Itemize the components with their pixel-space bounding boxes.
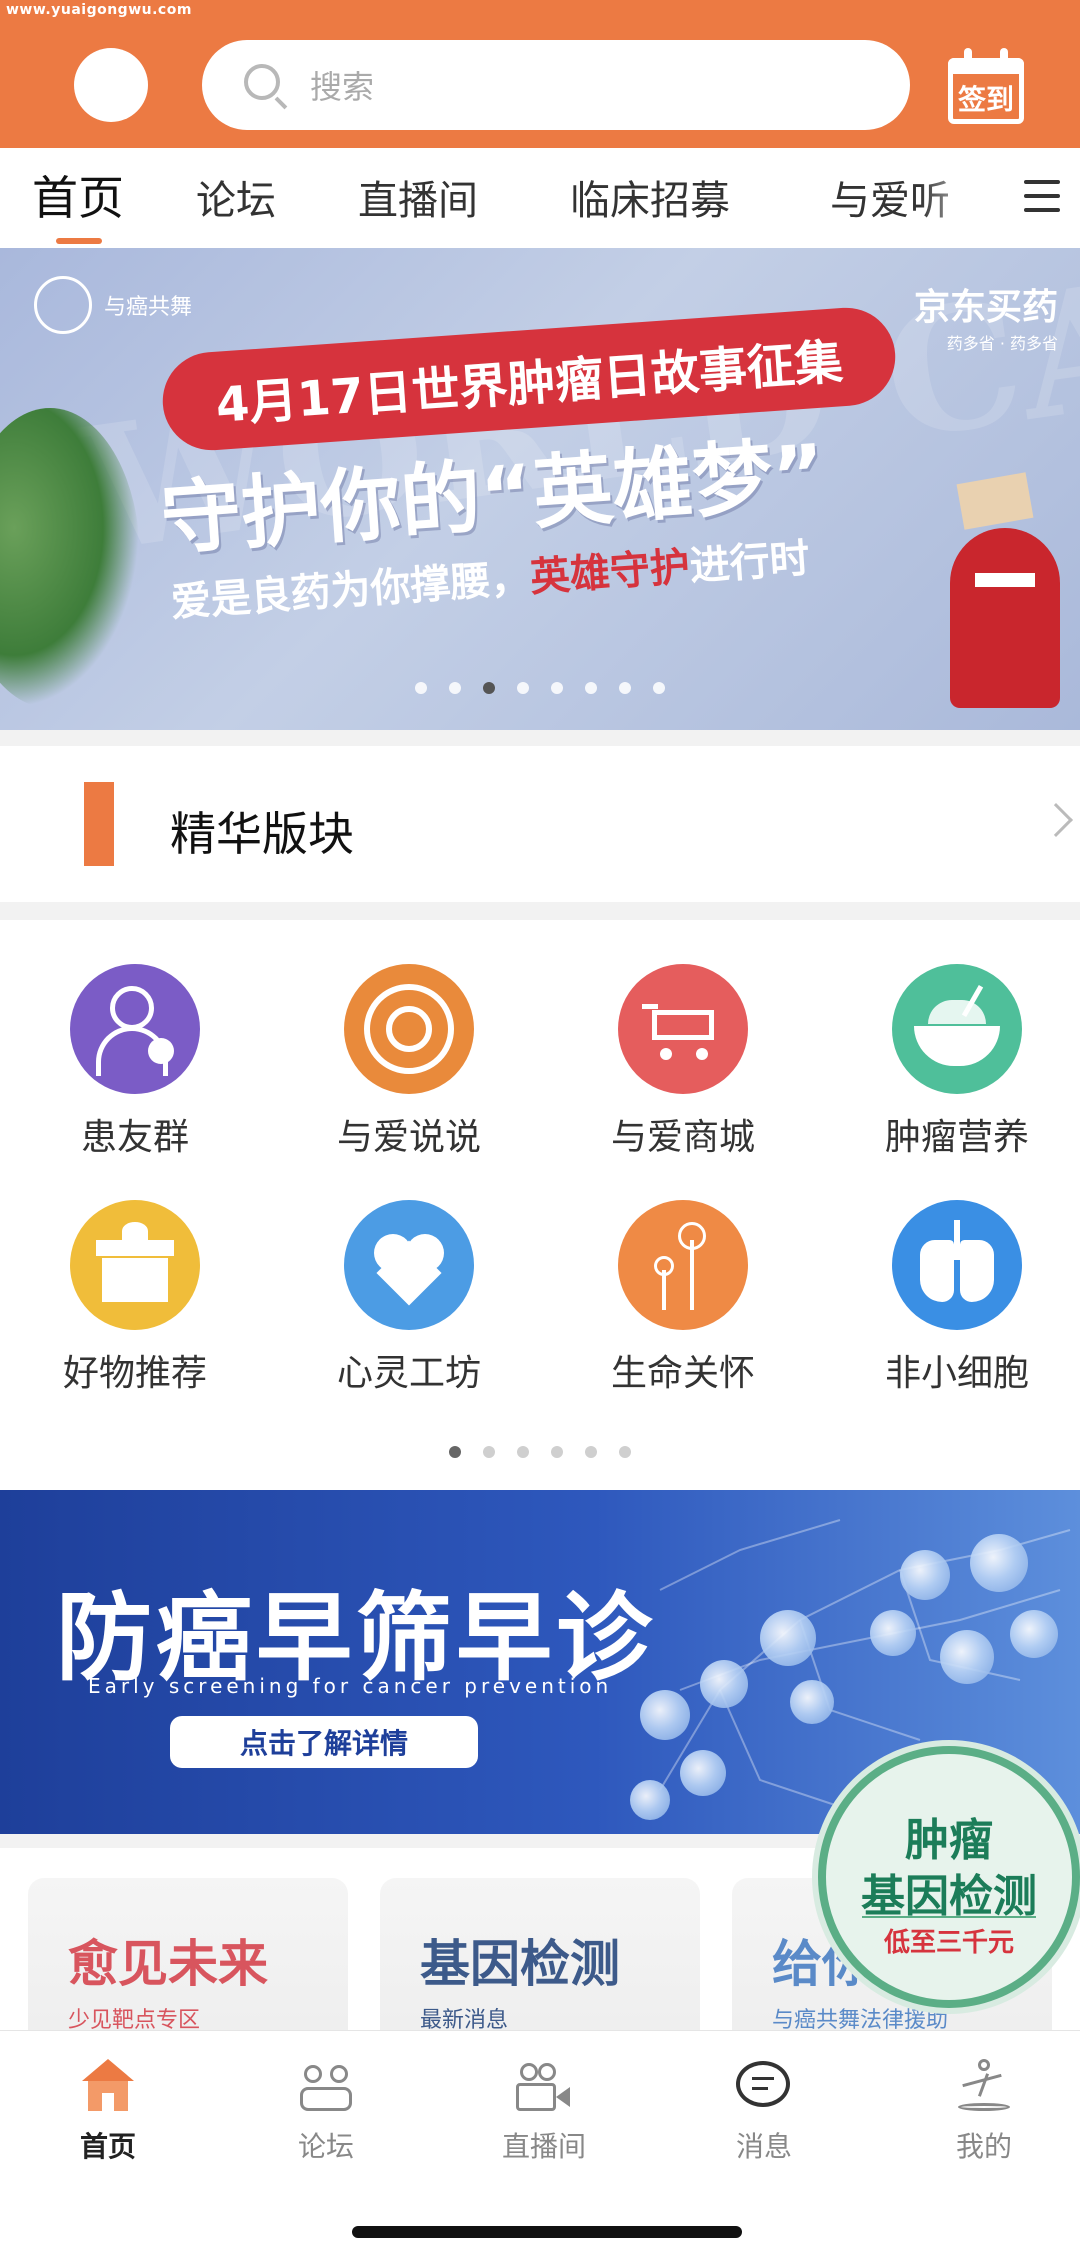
shopping-cart-icon <box>618 964 748 1094</box>
top-header: www.yuaigongwu.com 搜索 签到 <box>0 0 1080 148</box>
nav-forum[interactable]: 论坛 <box>226 2059 426 2165</box>
pagination-dot <box>619 1446 631 1458</box>
pagination-dot <box>551 1446 563 1458</box>
mailbox-icon <box>950 528 1060 708</box>
tab-clinical-recruit[interactable]: 临床招募 <box>570 168 730 226</box>
nav-messages[interactable]: 消息 <box>664 2059 864 2165</box>
pagination-dot <box>585 682 597 694</box>
tab-home[interactable]: 首页 <box>32 162 124 228</box>
user-avatar[interactable] <box>74 48 148 122</box>
pagination-dot <box>619 682 631 694</box>
home-indicator <box>352 2226 742 2238</box>
banner-logo-left: 与癌共舞 <box>34 276 192 334</box>
card-gene-test[interactable]: 基因检测 最新消息 <box>380 1878 700 2030</box>
tab-live[interactable]: 直播间 <box>358 168 478 226</box>
dandelion-icon <box>618 1200 748 1330</box>
envelope-icon <box>956 472 1034 530</box>
user-plus-icon <box>70 964 200 1094</box>
lungs-icon <box>892 1200 1022 1330</box>
nav-home[interactable]: 首页 <box>8 2059 208 2165</box>
grid-item-nutrition[interactable]: 肿瘤营养 <box>857 964 1057 1160</box>
banner-pagination <box>0 682 1080 702</box>
active-tab-indicator <box>56 238 102 244</box>
pagination-dot <box>653 682 665 694</box>
grid-item-recommend[interactable]: 好物推荐 <box>35 1200 235 1396</box>
search-placeholder: 搜索 <box>310 68 375 106</box>
featured-title: 精华版块 <box>170 807 354 861</box>
grid-item-nsclc[interactable]: 非小细胞 <box>857 1200 1057 1396</box>
feature-grid: 患友群 与爱说说 与爱商城 肿瘤营养 好物推荐 心灵工坊 生命关怀 非小细胞 <box>0 920 1080 1490</box>
search-icon <box>242 62 288 110</box>
pagination-dot <box>517 1446 529 1458</box>
watermark: www.yuaigongwu.com <box>6 2 192 18</box>
search-bar[interactable]: 搜索 <box>202 40 910 130</box>
grid-item-soul-workshop[interactable]: 心灵工坊 <box>309 1200 509 1396</box>
tab-forum[interactable]: 论坛 <box>196 168 276 226</box>
grid-item-talk[interactable]: 与爱说说 <box>309 964 509 1160</box>
pagination-dot <box>483 1446 495 1458</box>
grid-pagination <box>0 1446 1080 1462</box>
chevron-right-icon <box>1039 803 1073 837</box>
top-tabs: 首页 论坛 直播间 临床招募 与爱听 <box>0 148 1080 248</box>
pagination-dot <box>449 682 461 694</box>
promo-detail-button[interactable]: 点击了解详情 <box>170 1716 478 1768</box>
pagination-dot <box>483 682 495 694</box>
gene-test-floating-badge[interactable]: 肿瘤 基因检测 低至三千元 <box>818 1746 1080 2008</box>
pagination-dot <box>449 1446 461 1458</box>
grid-item-life-care[interactable]: 生命关怀 <box>583 1200 783 1396</box>
banner-logo-right: 京东买药 药多省 · 药多省 <box>913 287 1058 353</box>
card-future[interactable]: 愈见未来 少见靶点专区 <box>28 1878 348 2030</box>
logo-icon <box>34 276 92 334</box>
home-icon <box>78 2059 138 2115</box>
pagination-dot <box>517 682 529 694</box>
promo-subtitle: Early screening for cancer prevention <box>88 1674 613 1698</box>
heart-pulse-icon <box>344 1200 474 1330</box>
menu-icon[interactable] <box>1024 180 1064 216</box>
pagination-dot <box>415 682 427 694</box>
grid-item-mall[interactable]: 与爱商城 <box>583 964 783 1160</box>
checkin-button[interactable]: 签到 <box>948 48 1024 124</box>
video-camera-icon <box>514 2059 574 2115</box>
pagination-dot <box>585 1446 597 1458</box>
bowl-icon <box>892 964 1022 1094</box>
section-marker <box>84 782 114 866</box>
nav-live[interactable]: 直播间 <box>444 2059 644 2165</box>
forum-icon <box>296 2059 356 2115</box>
profile-dancer-icon <box>954 2059 1014 2115</box>
checkin-label: 签到 <box>957 83 1014 116</box>
hero-banner[interactable]: WORLD CANCER 与癌共舞 京东买药 药多省 · 药多省 4月17日世界… <box>0 248 1080 730</box>
pagination-dot <box>551 682 563 694</box>
camera-lens-icon <box>344 964 474 1094</box>
featured-section[interactable]: 精华版块 <box>0 746 1080 902</box>
gift-box-icon <box>70 1200 200 1330</box>
grid-item-patient-group[interactable]: 患友群 <box>35 964 235 1160</box>
chat-bubble-icon <box>734 2059 794 2115</box>
nav-profile[interactable]: 我的 <box>884 2059 1080 2165</box>
